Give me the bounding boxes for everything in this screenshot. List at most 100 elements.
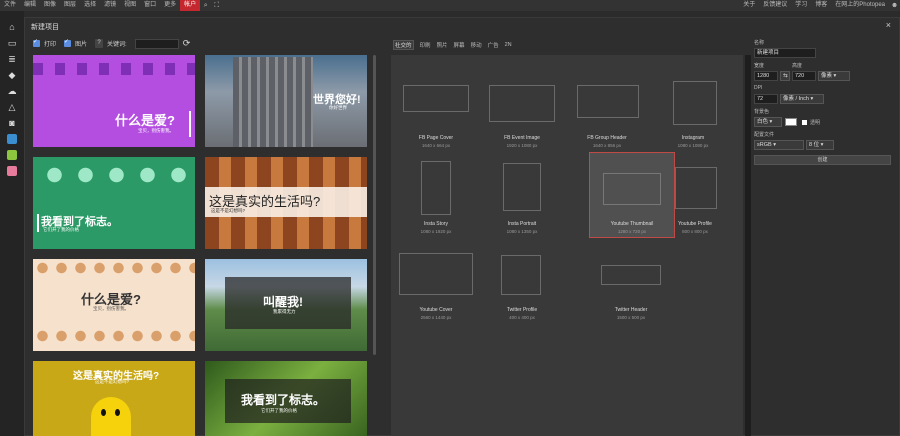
menu-image[interactable]: 图像 xyxy=(40,0,60,11)
width-input[interactable]: 1280 xyxy=(754,71,778,81)
templates-scrollbar[interactable] xyxy=(373,55,376,355)
tab-mobile[interactable]: 移动 xyxy=(471,41,482,49)
menu-layer[interactable]: 图层 xyxy=(60,0,80,11)
profile-select[interactable]: sRGB ▾ xyxy=(754,140,804,150)
menu-edit[interactable]: 编辑 xyxy=(20,0,40,11)
template-card[interactable]: 我看到了标志。 它们开了我的价格 xyxy=(205,361,367,436)
preset-label: Insta Portrait xyxy=(507,221,537,227)
tab-print[interactable]: 印刷 xyxy=(420,41,431,49)
image-checkbox[interactable] xyxy=(64,38,72,47)
menu-blog[interactable]: 博客 xyxy=(811,0,831,11)
menu-window[interactable]: 窗口 xyxy=(140,0,160,11)
template-grid: 什么是爱? 宝贝，别伤害我。 世界您好! 你好世界 我看到了标志。 它们开了我的… xyxy=(33,55,371,436)
create-button[interactable]: 创建 xyxy=(754,155,891,165)
refresh-icon[interactable]: ⟳ xyxy=(183,38,191,49)
template-subtitle: 它们开了我的价格 xyxy=(43,227,79,232)
menu-filter[interactable]: 滤镜 xyxy=(100,0,120,11)
preset-size: 1500 x 500 px xyxy=(616,315,646,320)
menu-about[interactable]: 关于 xyxy=(739,0,759,11)
help-button[interactable]: ? xyxy=(95,39,104,48)
template-card[interactable]: 我看到了标志。 它们开了我的价格 xyxy=(33,157,195,249)
template-card[interactable]: 什么是爱? 宝贝，别伤害我。 xyxy=(33,259,195,351)
preset-youtube-thumbnail[interactable] xyxy=(603,173,661,205)
menu-learn[interactable]: 学习 xyxy=(791,0,811,11)
preset-youtube-cover[interactable] xyxy=(399,253,473,295)
template-card[interactable]: 这是真实的生活吗? 这是不是幻想吗? xyxy=(205,157,367,249)
transparent-label: 透明 xyxy=(810,120,821,126)
name-label: 名称 xyxy=(754,40,765,46)
gamepad-icon[interactable]: ◙ xyxy=(0,115,24,131)
preset-label: Twitter Profile xyxy=(506,307,538,313)
close-icon[interactable]: × xyxy=(886,20,891,30)
unit-select[interactable]: 像素 ▾ xyxy=(818,71,850,81)
preset-fb-group-header[interactable] xyxy=(577,85,639,118)
template-title: 什么是爱? xyxy=(115,113,175,128)
background-select[interactable]: 白色 ▾ xyxy=(754,117,782,127)
home-icon[interactable]: ⌂ xyxy=(0,19,24,35)
preset-fb-event-image[interactable] xyxy=(489,85,555,122)
layers-icon[interactable]: ≣ xyxy=(0,51,24,67)
new-project-dialog: 新建项目 × 打印 图片 ? 关键词: ⟳ 什么是爱? 宝贝，别伤害我。 世界您… xyxy=(24,17,900,436)
preset-size: 1080 x 1080 px xyxy=(677,143,709,148)
gdrive-icon[interactable]: △ xyxy=(0,99,24,115)
menu-view[interactable]: 视图 xyxy=(120,0,140,11)
background-color-swatch[interactable] xyxy=(785,118,797,126)
unit-value: 像素 xyxy=(821,73,833,79)
dpi-unit-select[interactable]: 像素 / Inch ▾ xyxy=(780,94,824,104)
preset-label: Youtube Cover xyxy=(419,307,453,313)
tab-ads[interactable]: 广告 xyxy=(488,41,499,49)
left-rail: ⌂ ▭ ≣ ◆ ☁ △ ◙ xyxy=(0,11,24,436)
preset-label: FB Page Cover xyxy=(418,135,454,141)
preset-insta-story[interactable] xyxy=(421,161,451,215)
menu-feedback[interactable]: 反馈建议 xyxy=(759,0,791,11)
tab-photo[interactable]: 照片 xyxy=(437,41,448,49)
tab-2n[interactable]: 2N xyxy=(505,42,512,48)
bit-depth-select[interactable]: 8 位 ▾ xyxy=(806,140,834,150)
preset-youtube-profile[interactable] xyxy=(675,167,717,209)
template-card[interactable]: 什么是爱? 宝贝，别伤害我。 xyxy=(33,55,195,147)
user-icon[interactable]: ☻ xyxy=(889,0,900,11)
menu-more[interactable]: 更多 xyxy=(160,0,180,11)
plugin-blue-icon[interactable] xyxy=(0,131,24,147)
name-input[interactable]: 新建项目 xyxy=(754,48,816,58)
height-label: 高度 xyxy=(792,63,803,69)
template-card[interactable]: 叫醒我! 我累得无力 xyxy=(205,259,367,351)
fullscreen-icon[interactable]: ⛶ xyxy=(211,0,222,11)
height-input[interactable]: 720 xyxy=(792,71,816,81)
preset-size: 1920 x 1080 px xyxy=(506,143,538,148)
preset-label: Twitter Header xyxy=(614,307,648,313)
menu-photopea-online[interactable]: 在网上的Photopea xyxy=(831,0,889,11)
preset-size: 800 x 800 px xyxy=(682,229,708,234)
preset-size: 1080 x 1350 px xyxy=(506,229,538,234)
keyword-input[interactable] xyxy=(134,38,179,49)
tab-screen[interactable]: 屏幕 xyxy=(454,41,465,49)
preset-size: 400 x 400 px xyxy=(509,315,535,320)
menu-file[interactable]: 文件 xyxy=(0,0,20,11)
onedrive-icon[interactable]: ☁ xyxy=(0,83,24,99)
preset-fb-page-cover[interactable] xyxy=(403,85,469,112)
monitor-icon[interactable]: ▭ xyxy=(0,35,24,51)
dpi-input[interactable]: 72 xyxy=(754,94,778,104)
menu-account[interactable]: 帐户 xyxy=(180,0,201,11)
plugin-green-icon[interactable] xyxy=(0,147,24,163)
dropbox-icon[interactable]: ◆ xyxy=(0,67,24,83)
preset-insta-portrait[interactable] xyxy=(503,163,541,211)
template-card[interactable]: 世界您好! 你好世界 xyxy=(205,55,367,147)
link-dimensions-button[interactable]: ⇆ xyxy=(780,71,790,81)
preset-label: FB Event Image xyxy=(504,135,540,141)
template-title: 我看到了标志。 xyxy=(241,393,326,407)
preset-twitter-header[interactable] xyxy=(601,265,661,285)
ghost-illustration xyxy=(91,397,131,436)
template-subtitle: 这是不是幻想吗? xyxy=(95,379,130,384)
print-checkbox[interactable] xyxy=(33,38,40,47)
plugin-pink-icon[interactable] xyxy=(0,163,24,179)
template-card[interactable]: 这是真实的生活吗? 这是不是幻想吗? xyxy=(33,361,195,436)
preset-scrollbar[interactable] xyxy=(745,55,751,436)
search-icon[interactable]: ⌕ xyxy=(200,0,211,11)
menu-select[interactable]: 选择 xyxy=(80,0,100,11)
preset-twitter-profile[interactable] xyxy=(501,255,541,295)
tab-social[interactable]: 社交的 xyxy=(393,40,414,50)
preset-instagram[interactable] xyxy=(673,81,717,125)
transparent-checkbox[interactable] xyxy=(802,120,807,125)
preset-size: 1080 x 1920 px xyxy=(420,229,452,234)
